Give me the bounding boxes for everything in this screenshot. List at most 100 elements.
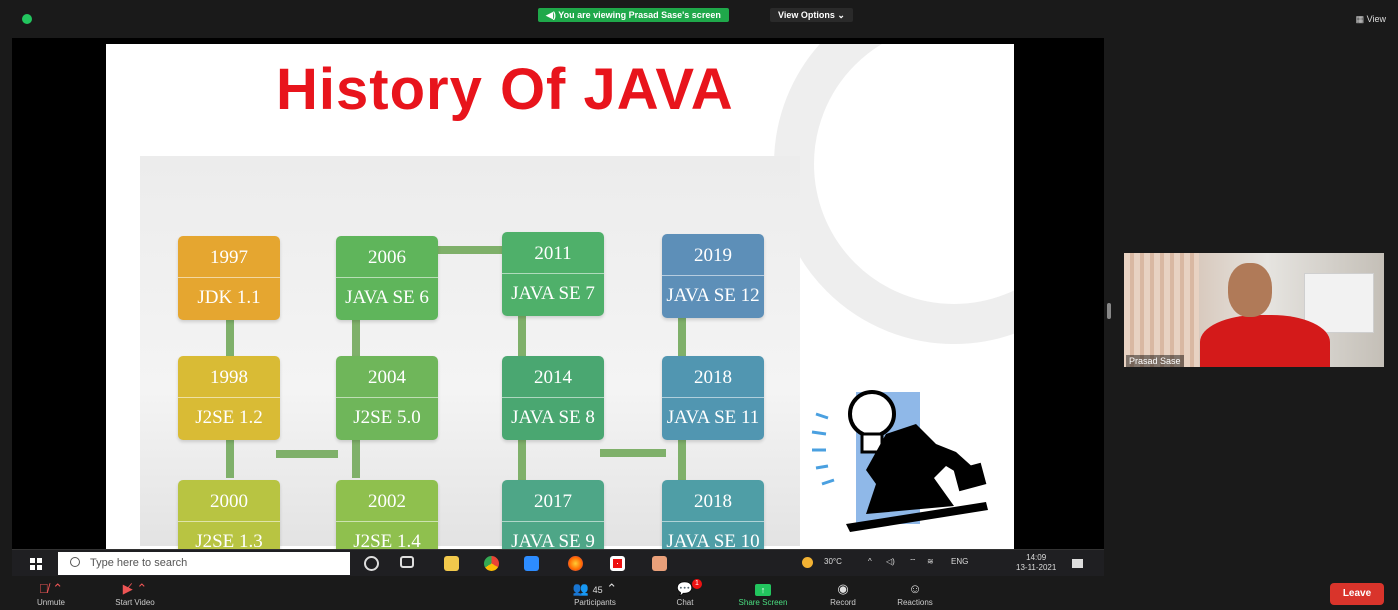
- taskbar-search-input[interactable]: Type here to search: [58, 552, 350, 575]
- participant-video[interactable]: [1124, 253, 1384, 367]
- box-year: 2014: [502, 356, 604, 398]
- connector: [678, 438, 686, 482]
- box-version: J2SE 1.2: [195, 407, 263, 428]
- recorder-app-icon[interactable]: [610, 556, 625, 571]
- language-indicator[interactable]: ENG: [951, 557, 968, 566]
- box-version: JDK 1.1: [197, 287, 261, 308]
- participant-count: 45: [592, 585, 603, 595]
- share-screen-button[interactable]: ↑ Share Screen: [728, 580, 798, 607]
- video-off-icon: ▶̸ ⌃: [122, 581, 148, 596]
- network-icon[interactable]: ⌔: [909, 557, 917, 567]
- reactions-button[interactable]: ☺ Reactions: [880, 580, 950, 607]
- box-version: JAVA SE 6: [345, 287, 429, 308]
- timeline-box: 2011 JAVA SE 7: [502, 232, 604, 316]
- box-version: J2SE 1.4: [353, 531, 421, 549]
- connector: [352, 438, 360, 478]
- box-version: JAVA SE 10: [666, 531, 760, 549]
- box-version: JAVA SE 8: [511, 407, 595, 428]
- participants-icon: 👥 45 ⌃: [572, 581, 618, 596]
- search-placeholder: Type here to search: [90, 557, 188, 569]
- chat-label: Chat: [676, 598, 694, 607]
- task-view-icon[interactable]: [400, 556, 414, 568]
- windows-taskbar: Type here to search 30°C ^ ◁) ⌔ ≋ ENG 14…: [12, 549, 1104, 576]
- participant-name-label: Prasad Sase: [1126, 355, 1184, 367]
- notification-icon[interactable]: [1072, 559, 1083, 568]
- reactions-label: Reactions: [897, 598, 933, 607]
- powerpoint-icon[interactable]: [652, 556, 667, 571]
- connector: [518, 436, 526, 480]
- file-explorer-icon[interactable]: [444, 556, 459, 571]
- temperature-text: 30°C: [824, 557, 842, 566]
- timeline-box: 2000 J2SE 1.3: [178, 480, 280, 549]
- connector: [352, 318, 360, 358]
- share-screen-icon: ↑: [728, 580, 798, 598]
- leave-button[interactable]: Leave: [1330, 583, 1384, 605]
- box-year: 2004: [336, 356, 438, 398]
- participants-label: Participants: [574, 598, 616, 607]
- security-shield-icon[interactable]: [22, 14, 32, 24]
- zoom-app-icon[interactable]: [524, 556, 539, 571]
- timeline-box: 2017 JAVA SE 9: [502, 480, 604, 549]
- timeline-box: 2002 J2SE 1.4: [336, 480, 438, 549]
- reactions-icon: ☺: [908, 581, 922, 596]
- clock-date: 13-11-2021: [1016, 563, 1057, 572]
- muted-microphone-icon: 🎙̸ ⌃: [38, 581, 64, 596]
- timeline-box: 2006 JAVA SE 6: [336, 236, 438, 320]
- timeline-box: 2019 JAVA SE 12: [662, 234, 764, 318]
- chat-icon: 💬: [676, 581, 694, 596]
- participant-shirt: [1200, 315, 1330, 367]
- box-year: 2002: [336, 480, 438, 522]
- start-video-label: Start Video: [115, 598, 155, 607]
- connector: [276, 450, 338, 458]
- view-button[interactable]: ▦ View: [1356, 14, 1386, 25]
- weather-icon[interactable]: [802, 557, 813, 568]
- participants-button[interactable]: 👥 45 ⌃ Participants: [560, 580, 630, 607]
- windows-start-icon[interactable]: [30, 558, 42, 570]
- box-year: 2018: [662, 480, 764, 522]
- box-version: J2SE 5.0: [353, 407, 421, 428]
- slide-title: History Of JAVA: [276, 57, 734, 122]
- decorative-swoosh: [774, 44, 1014, 344]
- view-options-button[interactable]: View Options ⌄: [770, 8, 853, 22]
- box-year: 2006: [336, 236, 438, 278]
- search-icon: [70, 557, 80, 567]
- presentation-slide: History Of JAVA 1997 JDK 1.1 1998 J2SE 1.2…: [106, 44, 1014, 549]
- connector: [226, 316, 234, 356]
- timeline-box: 1998 J2SE 1.2: [178, 356, 280, 440]
- box-year: 2011: [502, 232, 604, 274]
- box-version: J2SE 1.3: [195, 531, 263, 549]
- box-year: 1998: [178, 356, 280, 398]
- box-version: JAVA SE 7: [511, 283, 595, 304]
- box-year: 2018: [662, 356, 764, 398]
- timeline-panel: 1997 JDK 1.1 1998 J2SE 1.2 2000 J2SE 1.3 20…: [140, 156, 800, 549]
- taskbar-clock[interactable]: 14:09 13-11-2021: [1016, 553, 1056, 573]
- timeline-box: 1997 JDK 1.1: [178, 236, 280, 320]
- box-version: JAVA SE 9: [511, 531, 595, 549]
- volume-icon[interactable]: ◁): [886, 557, 895, 566]
- start-video-button[interactable]: ▶̸ ⌃ Start Video: [100, 580, 170, 607]
- record-button[interactable]: ◉ Record: [808, 580, 878, 607]
- chat-button[interactable]: 💬 Chat: [650, 580, 720, 607]
- box-year: 2000: [178, 480, 280, 522]
- tray-chevron-icon[interactable]: ^: [868, 557, 872, 566]
- chrome-icon[interactable]: [484, 556, 499, 571]
- share-screen-label: Share Screen: [738, 598, 788, 607]
- box-year: 2017: [502, 480, 604, 522]
- view-label: View: [1366, 14, 1386, 24]
- view-options-label: View Options: [778, 10, 835, 20]
- timeline-box: 2018 JAVA SE 10: [662, 480, 764, 549]
- box-year: 1997: [178, 236, 280, 278]
- firefox-icon[interactable]: [568, 556, 583, 571]
- wifi-icon[interactable]: ≋: [927, 557, 934, 566]
- unmute-label: Unmute: [36, 598, 65, 607]
- connector: [436, 246, 506, 254]
- timeline-box: 2018 JAVA SE 11: [662, 356, 764, 440]
- connector: [226, 438, 234, 478]
- record-icon: ◉: [837, 581, 849, 596]
- panel-resize-handle[interactable]: [1107, 303, 1111, 319]
- box-version: JAVA SE 12: [666, 285, 760, 306]
- unmute-button[interactable]: 🎙̸ ⌃ Unmute: [16, 580, 86, 607]
- cortana-icon[interactable]: [364, 556, 379, 571]
- viewing-text: You are viewing Prasad Sase's screen: [558, 10, 721, 20]
- connector: [600, 449, 666, 457]
